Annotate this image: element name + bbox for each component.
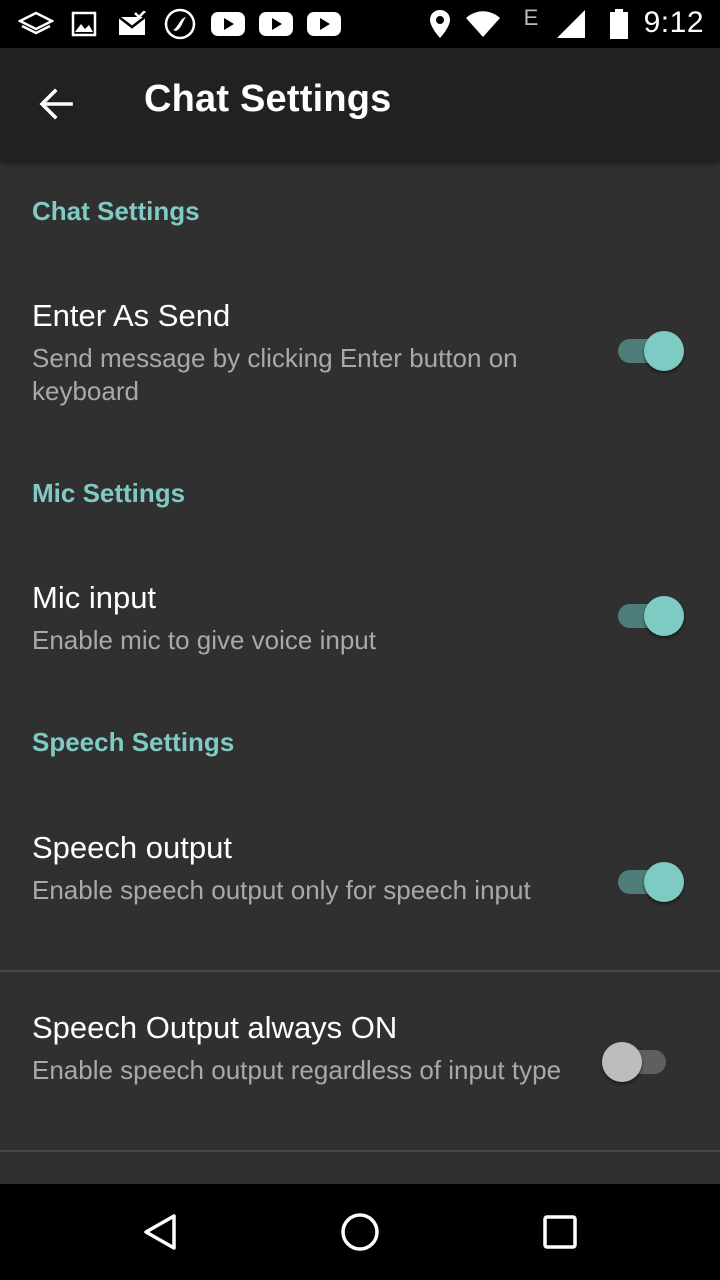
- layers-icon: [18, 8, 54, 40]
- mic-input-switch[interactable]: [612, 592, 684, 640]
- section-header-speech: Speech Settings: [32, 727, 235, 757]
- pref-title: Speech Output always ON: [32, 1010, 398, 1045]
- app-icon: [163, 8, 197, 40]
- section-header-mic: Mic Settings: [32, 478, 186, 508]
- app-bar: Chat Settings: [0, 48, 720, 160]
- pref-mic-input[interactable]: Mic input Enable mic to give voice input: [0, 554, 720, 684]
- signal-icon: [555, 8, 587, 40]
- image-icon: [70, 8, 98, 40]
- page-title: Chat Settings: [144, 78, 392, 120]
- pref-title: Mic input: [32, 580, 157, 615]
- arrow-back-icon: [39, 88, 73, 120]
- status-bar: E 9:12: [0, 0, 720, 48]
- pref-enter-as-send[interactable]: Enter As Send Send message by clicking E…: [0, 272, 720, 444]
- mail-icon: [116, 8, 148, 40]
- youtube-icon: [259, 8, 293, 40]
- pref-summary: Enable speech output regardless of input…: [32, 1055, 562, 1085]
- switch-thumb: [644, 862, 684, 902]
- speech-output-switch[interactable]: [612, 858, 684, 906]
- speech-output-always-on-switch[interactable]: [602, 1038, 676, 1086]
- pref-speech-output[interactable]: Speech output Enable speech output only …: [0, 804, 720, 970]
- battery-icon: [607, 8, 631, 40]
- nav-recents-button[interactable]: [528, 1200, 592, 1264]
- back-button[interactable]: [24, 72, 88, 136]
- switch-thumb: [644, 596, 684, 636]
- enter-as-send-switch[interactable]: [612, 327, 684, 375]
- pref-summary: Enable mic to give voice input: [32, 625, 376, 655]
- pref-speech-output-always-on[interactable]: Speech Output always ON Enable speech ou…: [0, 984, 720, 1150]
- pref-title: Enter As Send: [32, 298, 231, 333]
- pref-title: Speech output: [32, 830, 232, 865]
- network-type: E: [523, 5, 539, 30]
- youtube-icon: [211, 8, 245, 40]
- switch-thumb: [644, 331, 684, 371]
- section-header-chat: Chat Settings: [32, 196, 200, 226]
- youtube-icon: [307, 8, 341, 40]
- pref-summary: Enable speech output only for speech inp…: [32, 875, 531, 905]
- recents-square-icon: [543, 1215, 577, 1249]
- nav-back-button[interactable]: [128, 1200, 192, 1264]
- location-icon: [428, 8, 452, 40]
- divider: [0, 970, 720, 972]
- back-triangle-icon: [144, 1214, 176, 1250]
- pref-summary: Send message by clicking Enter button on…: [32, 343, 518, 406]
- status-time: 9:12: [643, 6, 704, 39]
- home-circle-icon: [341, 1213, 379, 1251]
- divider: [0, 1150, 720, 1152]
- navigation-bar: [0, 1184, 720, 1280]
- settings-list[interactable]: Chat Settings Enter As Send Send message…: [0, 160, 720, 1184]
- wifi-icon: [465, 8, 501, 40]
- switch-thumb: [602, 1042, 642, 1082]
- nav-home-button[interactable]: [328, 1200, 392, 1264]
